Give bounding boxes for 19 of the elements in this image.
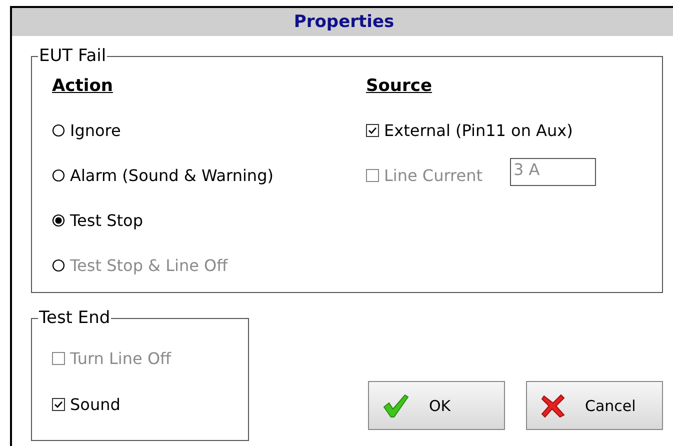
option-label[interactable]: Alarm (Sound & Warning) <box>70 166 274 184</box>
close-icon <box>541 394 565 418</box>
cancel-button[interactable]: Cancel <box>526 381 663 430</box>
ok-button[interactable]: OK <box>368 381 505 430</box>
option-label[interactable]: Test Stop <box>70 210 143 230</box>
radio-button[interactable] <box>52 168 65 182</box>
window-title: Properties <box>294 12 394 32</box>
option-label[interactable]: External (Pin11 on Aux) <box>384 120 573 140</box>
group-label: EUT Fail <box>38 46 108 66</box>
group-label: Test End <box>38 308 112 328</box>
checkbox[interactable] <box>366 124 379 136</box>
option-label[interactable]: Sound <box>70 394 120 414</box>
checkbox[interactable] <box>52 398 65 410</box>
radio-button[interactable] <box>52 214 65 226</box>
radio-button[interactable] <box>52 124 65 136</box>
option-label[interactable]: Ignore <box>70 120 121 140</box>
checkmark-icon <box>383 394 409 418</box>
column-heading: Source <box>366 76 432 98</box>
column-heading: Action <box>52 76 113 98</box>
